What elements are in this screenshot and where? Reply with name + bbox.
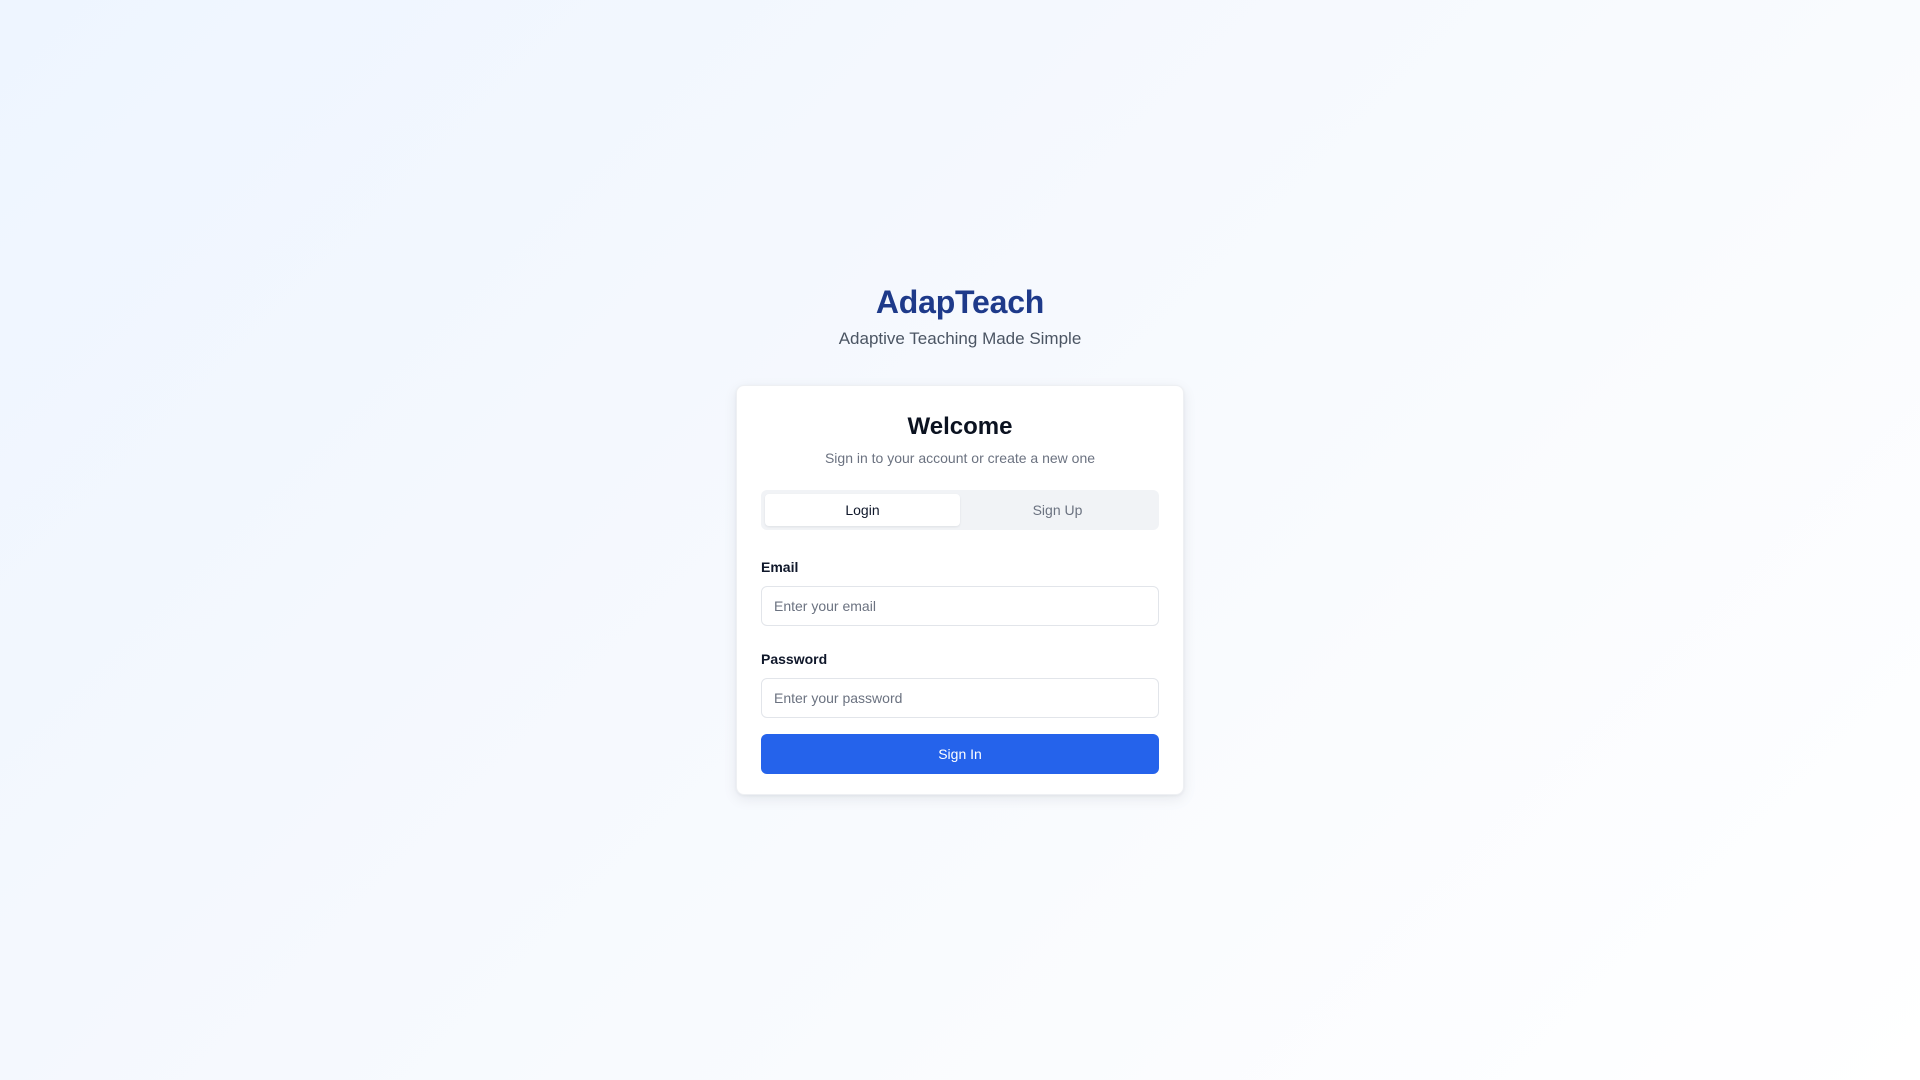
card-title: Welcome [907,413,1013,440]
app-tagline: Adaptive Teaching Made Simple [838,329,1082,348]
brand-header: AdapTeach Adaptive Teaching Made Simple [0,282,1920,350]
sign-in-button[interactable]: Sign In [761,734,1159,774]
email-input[interactable] [761,586,1159,626]
email-label: Email [761,559,799,575]
tab-login[interactable]: Login [765,494,960,526]
auth-card: Welcome Sign in to your account or creat… [736,385,1184,795]
password-label: Password [761,651,828,667]
tab-sign-up[interactable]: Sign Up [960,494,1155,526]
card-subtitle: Sign in to your account or create a new … [824,450,1096,466]
app-title: AdapTeach [875,284,1045,320]
login-page: AdapTeach Adaptive Teaching Made Simple … [0,0,1920,1080]
password-input[interactable] [761,678,1159,718]
auth-tabs: Login Sign Up [761,490,1159,530]
